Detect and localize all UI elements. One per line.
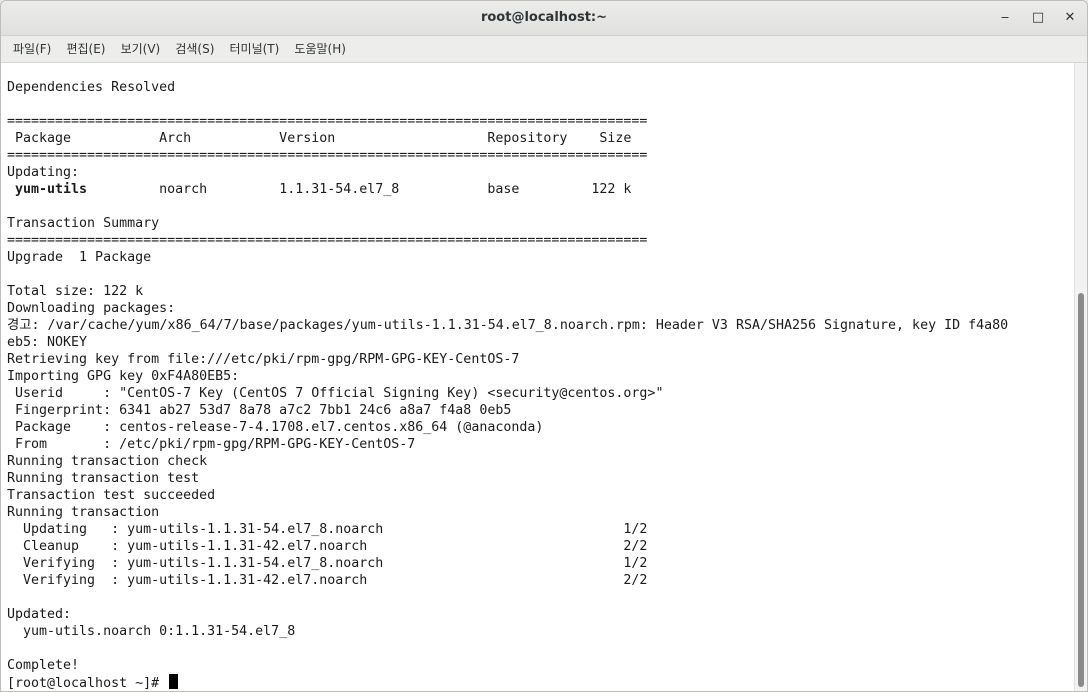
terminal-line: ========================================… bbox=[7, 148, 648, 163]
window-title: root@localhost:~ bbox=[480, 10, 608, 25]
terminal-line: Total size: 122 k bbox=[7, 284, 144, 299]
minimize-button[interactable]: ‒ bbox=[994, 7, 1016, 29]
terminal-line: Importing GPG key 0xF4A80EB5: bbox=[7, 369, 240, 384]
terminal-line: Retrieving key from file:///etc/pki/rpm-… bbox=[7, 352, 520, 367]
shell-prompt-line[interactable]: [root@localhost ~]# bbox=[7, 674, 1075, 691]
terminal-line: From : /etc/pki/rpm-gpg/RPM-GPG-KEY-Cent… bbox=[7, 437, 416, 452]
shell-prompt: [root@localhost ~]# bbox=[7, 676, 168, 691]
terminal-line: Running transaction check bbox=[7, 454, 208, 469]
terminal-line: Upgrade 1 Package bbox=[7, 250, 152, 265]
terminal-line: Verifying : yum-utils-1.1.31-54.el7_8.no… bbox=[7, 556, 648, 571]
menu-bar: 파일(F) 편집(E) 보기(V) 검색(S) 터미널(T) 도움말(H) bbox=[1, 36, 1087, 63]
package-name: yum-utils bbox=[7, 182, 88, 197]
menu-view[interactable]: 보기(V) bbox=[116, 36, 166, 62]
terminal-line: Running transaction bbox=[7, 505, 160, 520]
menu-search[interactable]: 검색(S) bbox=[170, 36, 219, 62]
terminal-line: Updated: bbox=[7, 607, 72, 622]
menu-help[interactable]: 도움말(H) bbox=[289, 36, 351, 62]
terminal-window: root@localhost:~ ‒ □ ✕ 파일(F) 편집(E) 보기(V)… bbox=[0, 0, 1088, 692]
scrollbar-thumb[interactable] bbox=[1078, 293, 1084, 687]
terminal-line: Dependencies Resolved bbox=[7, 80, 176, 95]
terminal-line: Downloading packages: bbox=[7, 301, 176, 316]
terminal-lines: Dependencies Resolved ===================… bbox=[7, 79, 1075, 691]
terminal-line: Transaction test succeeded bbox=[7, 488, 216, 503]
terminal-line: Package Arch Version Repository Size bbox=[7, 131, 632, 146]
title-bar[interactable]: root@localhost:~ ‒ □ ✕ bbox=[1, 1, 1087, 36]
terminal-line: yum-utils noarch 1.1.31-54.el7_8 base 12… bbox=[7, 181, 1075, 198]
terminal-line: Transaction Summary bbox=[7, 216, 160, 231]
menu-file[interactable]: 파일(F) bbox=[8, 36, 56, 62]
terminal-line: yum-utils.noarch 0:1.1.31-54.el7_8 bbox=[7, 624, 296, 639]
terminal-line: Fingerprint: 6341 ab27 53d7 8a78 a7c2 7b… bbox=[7, 403, 512, 418]
terminal-line: Running transaction test bbox=[7, 471, 200, 486]
terminal-line: Complete! bbox=[7, 658, 80, 673]
menu-terminal[interactable]: 터미널(T) bbox=[224, 36, 284, 62]
close-button[interactable]: ✕ bbox=[1059, 7, 1081, 29]
terminal-line: ========================================… bbox=[7, 233, 648, 248]
maximize-button[interactable]: □ bbox=[1027, 7, 1049, 29]
text-cursor bbox=[169, 674, 179, 689]
menu-edit[interactable]: 편집(E) bbox=[61, 36, 110, 62]
package-details: noarch 1.1.31-54.el7_8 base 122 k bbox=[87, 182, 632, 197]
terminal-line: Updating: bbox=[7, 165, 80, 180]
terminal-line: eb5: NOKEY bbox=[7, 335, 88, 350]
terminal-line: ========================================… bbox=[7, 114, 648, 129]
terminal-output-area[interactable]: Dependencies Resolved ===================… bbox=[1, 63, 1075, 691]
vertical-scrollbar[interactable] bbox=[1074, 63, 1087, 691]
terminal-line: Updating : yum-utils-1.1.31-54.el7_8.noa… bbox=[7, 522, 648, 537]
terminal-line: Userid : "CentOS-7 Key (CentOS 7 Officia… bbox=[7, 386, 664, 401]
terminal-line: Verifying : yum-utils-1.1.31-42.el7.noar… bbox=[7, 573, 648, 588]
terminal-line: 경고: /var/cache/yum/x86_64/7/base/package… bbox=[7, 318, 1009, 333]
terminal-line: Package : centos-release-7-4.1708.el7.ce… bbox=[7, 420, 544, 435]
terminal-line: Cleanup : yum-utils-1.1.31-42.el7.noarch… bbox=[7, 539, 648, 554]
